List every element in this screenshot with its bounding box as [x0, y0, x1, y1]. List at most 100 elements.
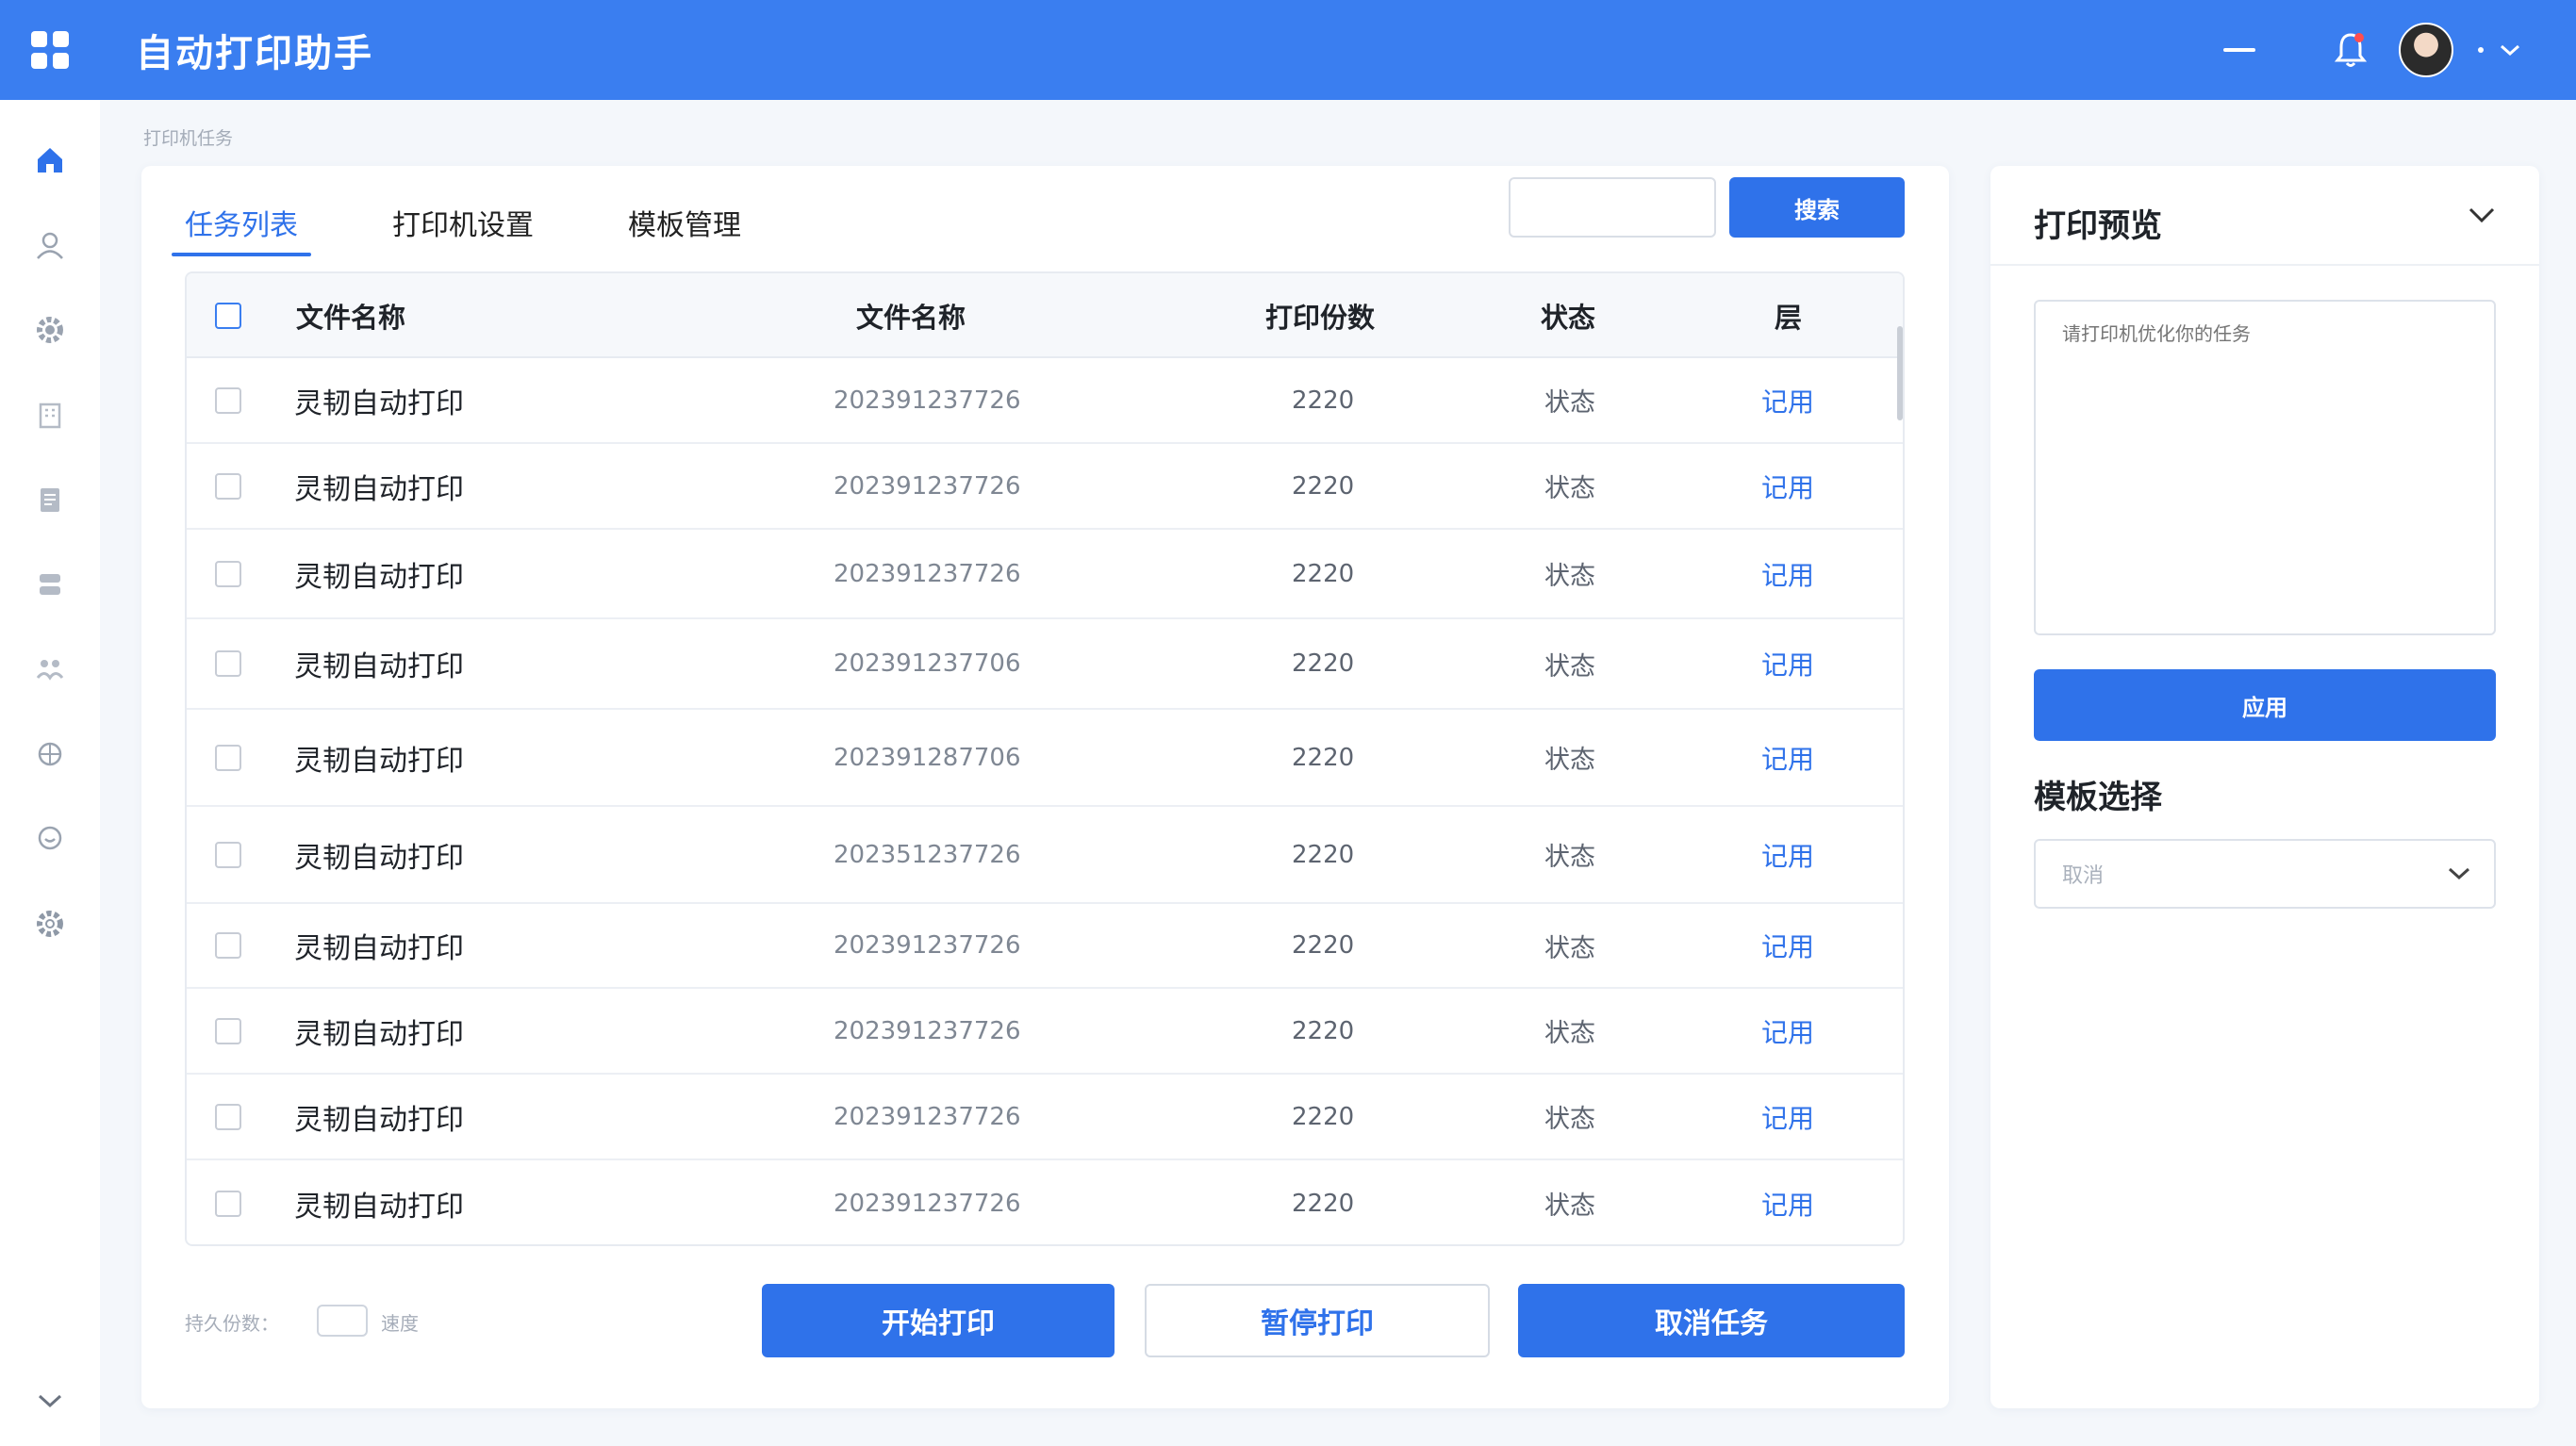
- print-copies: 2220: [1292, 840, 1355, 869]
- file-id: 202391287706: [834, 743, 1021, 772]
- pause-print-button[interactable]: 暂停打印: [1145, 1284, 1490, 1357]
- task-panel: 任务列表 打印机设置 模板管理 搜索 文件名称 文件名称 打印份数 状态 层 灵…: [141, 166, 1949, 1408]
- copies-label: 持久份数：: [185, 1312, 279, 1335]
- preview-collapse-chevron-icon[interactable]: [2468, 205, 2496, 228]
- print-copies: 2220: [1292, 1102, 1355, 1131]
- row-checkbox[interactable]: [215, 472, 241, 500]
- row-checkbox[interactable]: [215, 841, 241, 868]
- copies-input[interactable]: [317, 1305, 368, 1337]
- row-action-link[interactable]: 记用: [1761, 1160, 1814, 1244]
- row-checkbox[interactable]: [215, 1190, 241, 1217]
- row-action-link[interactable]: 记用: [1761, 710, 1814, 805]
- template-select-value: 取消: [2062, 864, 2105, 888]
- user-icon[interactable]: [0, 217, 100, 273]
- print-copies: 2220: [1292, 386, 1355, 415]
- row-action-link[interactable]: 记用: [1761, 1075, 1814, 1158]
- table-row[interactable]: 灵韧自动打印 202391237726 2220 状态 记用: [187, 1160, 1903, 1244]
- tab-task-list[interactable]: 任务列表: [172, 185, 311, 260]
- column-header-file-id[interactable]: 文件名称: [856, 273, 966, 358]
- print-preview-panel: 打印预览 应用 模板选择 取消: [1990, 166, 2539, 1408]
- start-print-button[interactable]: 开始打印: [762, 1284, 1115, 1357]
- user-avatar[interactable]: [2399, 23, 2453, 77]
- cancel-task-button[interactable]: 取消任务: [1518, 1284, 1905, 1357]
- print-copies: 2220: [1292, 471, 1355, 501]
- column-header-action[interactable]: 层: [1775, 273, 1802, 358]
- file-name: 灵韧自动打印: [294, 744, 464, 778]
- row-action-link[interactable]: 记用: [1761, 358, 1814, 442]
- table-row[interactable]: 灵韧自动打印 202391237706 2220 状态 记用: [187, 619, 1903, 710]
- table-row[interactable]: 灵韧自动打印 202391237726 2220 状态 记用: [187, 358, 1903, 444]
- status-text: 状态: [1544, 474, 1595, 503]
- table-row[interactable]: 灵韧自动打印 202391237726 2220 状态 记用: [187, 904, 1903, 989]
- row-action-link[interactable]: 记用: [1761, 807, 1814, 902]
- table-header: 文件名称 文件名称 打印份数 状态 层: [187, 273, 1903, 358]
- status-text: 状态: [1544, 1105, 1595, 1134]
- status-text: 状态: [1544, 562, 1595, 591]
- gear-icon[interactable]: [0, 302, 100, 358]
- table-row[interactable]: 灵韧自动打印 202391237726 2220 状态 记用: [187, 530, 1903, 619]
- column-header-copies[interactable]: 打印份数: [1265, 273, 1375, 358]
- sidebar: [0, 100, 100, 1446]
- sidebar-collapse-chevron-icon[interactable]: [0, 1372, 100, 1429]
- file-name: 灵韧自动打印: [294, 841, 464, 875]
- home-icon[interactable]: [0, 132, 100, 189]
- tab-printer-settings[interactable]: 打印机设置: [392, 185, 534, 260]
- globe-icon[interactable]: [0, 726, 100, 782]
- table-scrollbar[interactable]: [1897, 326, 1903, 420]
- building-icon[interactable]: [0, 386, 100, 443]
- status-text: 状态: [1544, 1191, 1595, 1221]
- speed-label: 速度: [381, 1312, 419, 1335]
- file-name: 灵韧自动打印: [294, 386, 464, 420]
- column-header-name[interactable]: 文件名称: [296, 273, 405, 358]
- status-text: 状态: [1544, 1019, 1595, 1048]
- row-checkbox[interactable]: [215, 932, 241, 959]
- file-name: 灵韧自动打印: [294, 1017, 464, 1051]
- row-action-link[interactable]: 记用: [1761, 904, 1814, 987]
- status-text: 状态: [1544, 651, 1595, 682]
- select-all-checkbox[interactable]: [215, 303, 241, 329]
- row-checkbox[interactable]: [215, 560, 241, 587]
- status-text: 状态: [1544, 843, 1595, 872]
- row-action-link[interactable]: 记用: [1761, 530, 1814, 617]
- settings-icon[interactable]: [0, 896, 100, 952]
- preview-textarea[interactable]: [2034, 300, 2496, 635]
- row-checkbox[interactable]: [215, 744, 241, 771]
- top-bar: 自动打印助手: [0, 0, 2576, 100]
- print-copies: 2220: [1292, 1189, 1355, 1218]
- tab-template-management[interactable]: 模板管理: [628, 185, 741, 260]
- table-row[interactable]: 灵韧自动打印 202391237726 2220 状态 记用: [187, 444, 1903, 530]
- row-action-link[interactable]: 记用: [1761, 619, 1814, 708]
- row-action-link[interactable]: 记用: [1761, 444, 1814, 528]
- search-button[interactable]: 搜索: [1729, 177, 1905, 238]
- user-menu-chevron-icon[interactable]: [2499, 42, 2521, 58]
- row-action-link[interactable]: 记用: [1761, 989, 1814, 1073]
- table-row[interactable]: 灵韧自动打印 202351237726 2220 状态 记用: [187, 807, 1903, 904]
- minimize-icon[interactable]: [2223, 48, 2255, 52]
- notification-bell-icon[interactable]: [2335, 31, 2367, 69]
- row-checkbox[interactable]: [215, 1103, 241, 1130]
- app-menu-icon[interactable]: [0, 0, 100, 100]
- table-row[interactable]: 灵韧自动打印 202391237726 2220 状态 记用: [187, 1075, 1903, 1160]
- file-id: 202391237706: [834, 649, 1021, 678]
- table-row[interactable]: 灵韧自动打印 202391237726 2220 状态 记用: [187, 989, 1903, 1075]
- apply-button[interactable]: 应用: [2034, 669, 2496, 741]
- divider: [1990, 264, 2539, 266]
- column-header-status[interactable]: 状态: [1541, 273, 1595, 358]
- document-icon[interactable]: [0, 471, 100, 528]
- row-checkbox[interactable]: [215, 386, 241, 414]
- chevron-down-icon: [2447, 841, 2471, 907]
- row-checkbox[interactable]: [215, 650, 241, 677]
- file-name: 灵韧自动打印: [294, 650, 464, 683]
- chat-icon[interactable]: [0, 811, 100, 867]
- template-select[interactable]: 取消: [2034, 839, 2496, 909]
- file-id: 202391237726: [834, 386, 1021, 415]
- database-icon[interactable]: [0, 556, 100, 613]
- row-checkbox[interactable]: [215, 1017, 241, 1044]
- breadcrumb[interactable]: 打印机任务: [143, 124, 233, 150]
- table-row[interactable]: 灵韧自动打印 202391287706 2220 状态 记用: [187, 710, 1903, 807]
- preview-title: 打印预览: [2034, 207, 2162, 245]
- print-copies: 2220: [1292, 559, 1355, 588]
- search-input[interactable]: [1509, 177, 1716, 238]
- people-icon[interactable]: [0, 641, 100, 698]
- tab-bar: 任务列表 打印机设置 模板管理: [172, 185, 835, 260]
